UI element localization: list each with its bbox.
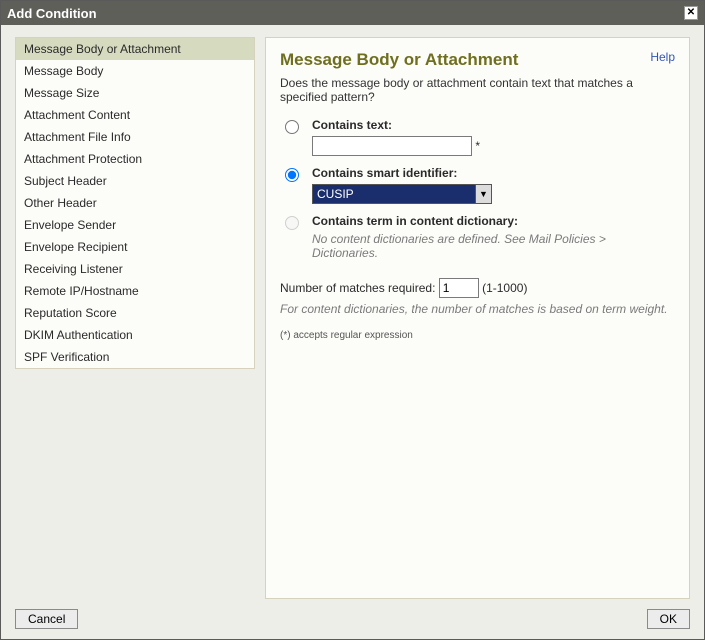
radio-contains-content-dictionary (285, 216, 299, 230)
matches-range: (1-1000) (482, 281, 527, 295)
radio-contains-text[interactable] (285, 120, 299, 134)
sidebar-item-message-body-or-attachment[interactable]: Message Body or Attachment (16, 38, 254, 60)
smart-identifier-selected-value: CUSIP (317, 187, 354, 201)
label-contains-text: Contains text: (312, 118, 675, 132)
matches-note: For content dictionaries, the number of … (280, 302, 675, 316)
sidebar-item-spf-verification[interactable]: SPF Verification (16, 346, 254, 368)
sidebar-item-attachment-file-info[interactable]: Attachment File Info (16, 126, 254, 148)
dialog-body: Message Body or Attachment Message Body … (1, 25, 704, 603)
sidebar-item-attachment-content[interactable]: Attachment Content (16, 104, 254, 126)
sidebar-item-reputation-score[interactable]: Reputation Score (16, 302, 254, 324)
dialog-title: Add Condition (7, 6, 97, 21)
sidebar-item-subject-header[interactable]: Subject Header (16, 170, 254, 192)
add-condition-dialog: Add Condition ✕ Message Body or Attachme… (0, 0, 705, 640)
label-contains-content-dictionary: Contains term in content dictionary: (312, 214, 675, 228)
sidebar-item-message-size[interactable]: Message Size (16, 82, 254, 104)
content-dictionary-note: No content dictionaries are defined. See… (312, 232, 675, 260)
main-header: Message Body or Attachment Help (280, 50, 675, 76)
label-contains-smart-identifier: Contains smart identifier: (312, 166, 675, 180)
titlebar: Add Condition ✕ (1, 1, 704, 25)
dialog-footer: Cancel OK (1, 603, 704, 639)
radio-contains-smart-identifier[interactable] (285, 168, 299, 182)
label-number-of-matches: Number of matches required: (280, 281, 439, 295)
page-description: Does the message body or attachment cont… (280, 76, 675, 104)
ok-button[interactable]: OK (647, 609, 690, 629)
close-icon[interactable]: ✕ (684, 6, 698, 20)
option-contains-content-dictionary: Contains term in content dictionary: No … (280, 214, 675, 260)
smart-identifier-select[interactable]: CUSIP ▼ (312, 184, 492, 204)
option-contains-text: Contains text: * (280, 118, 675, 156)
chevron-down-icon: ▼ (475, 185, 491, 203)
sidebar-item-envelope-sender[interactable]: Envelope Sender (16, 214, 254, 236)
sidebar-item-receiving-listener[interactable]: Receiving Listener (16, 258, 254, 280)
regex-footnote: (*) accepts regular expression (280, 330, 675, 341)
sidebar-item-attachment-protection[interactable]: Attachment Protection (16, 148, 254, 170)
number-of-matches-input[interactable] (439, 278, 479, 298)
sidebar-item-dkim-authentication[interactable]: DKIM Authentication (16, 324, 254, 346)
sidebar-item-other-header[interactable]: Other Header (16, 192, 254, 214)
option-contains-smart-identifier: Contains smart identifier: CUSIP ▼ (280, 166, 675, 204)
regex-asterisk: * (475, 139, 480, 153)
main-panel: Message Body or Attachment Help Does the… (265, 37, 690, 599)
sidebar-item-remote-ip-hostname[interactable]: Remote IP/Hostname (16, 280, 254, 302)
sidebar-item-message-body[interactable]: Message Body (16, 60, 254, 82)
page-title: Message Body or Attachment (280, 50, 518, 70)
help-link[interactable]: Help (650, 50, 675, 64)
number-of-matches-row: Number of matches required: (1-1000) (280, 278, 675, 298)
sidebar-item-envelope-recipient[interactable]: Envelope Recipient (16, 236, 254, 258)
contains-text-input[interactable] (312, 136, 472, 156)
condition-sidebar: Message Body or Attachment Message Body … (15, 37, 255, 369)
cancel-button[interactable]: Cancel (15, 609, 78, 629)
